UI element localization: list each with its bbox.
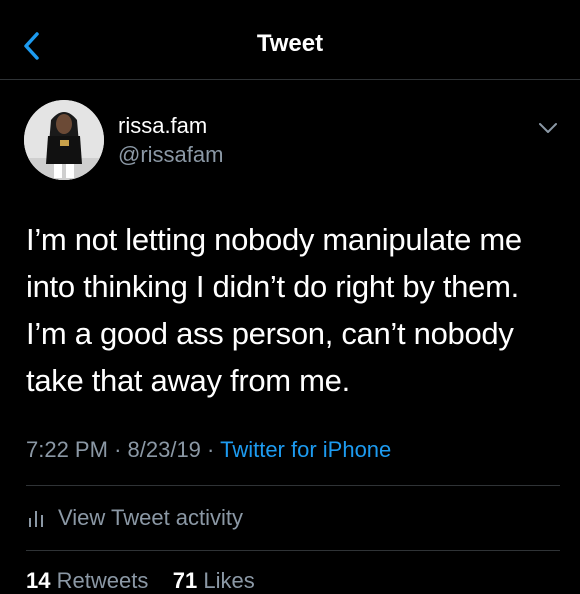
retweets-label[interactable]: Retweets — [57, 568, 149, 593]
likes-label[interactable]: Likes — [203, 568, 254, 593]
tweet-menu-button[interactable] — [536, 118, 560, 138]
meta-separator: · — [114, 437, 122, 462]
divider — [26, 550, 560, 551]
avatar[interactable] — [24, 100, 104, 180]
navigation-bar: Tweet — [0, 0, 580, 80]
tweet-time: 7:22 PM — [26, 437, 108, 462]
likes-count[interactable]: 71 — [173, 568, 197, 593]
author-display-name[interactable]: rissa.fam — [118, 113, 207, 139]
tweet-text-line: into thinking I didn’t do right by them. — [26, 269, 519, 304]
tweet-stats: 14 Retweets 71 Likes — [26, 568, 255, 594]
page-title: Tweet — [256, 30, 324, 57]
divider — [26, 485, 560, 486]
view-tweet-activity-button[interactable]: View Tweet activity — [26, 503, 243, 533]
tweet-date: 8/23/19 — [127, 437, 201, 462]
bar-chart-icon — [29, 511, 43, 527]
tweet-text-line: I’m a good ass person, can’t nobody — [26, 316, 514, 351]
tweet-source-link[interactable]: Twitter for iPhone — [220, 437, 391, 462]
author-handle[interactable]: @rissafam — [118, 142, 223, 168]
meta-separator: · — [207, 437, 215, 462]
chevron-down-icon — [539, 123, 557, 133]
tweet-text: I’m not letting nobody manipulate me int… — [26, 216, 566, 404]
view-tweet-activity-label: View Tweet activity — [58, 505, 244, 530]
profile-photo — [24, 100, 104, 180]
tweet-text-line: take that away from me. — [26, 363, 350, 398]
retweets-count[interactable]: 14 — [26, 568, 50, 593]
tweet-metadata: 7:22 PM · 8/23/19 · Twitter for iPhone — [26, 437, 391, 463]
tweet-text-line: I’m not letting nobody manipulate me — [26, 222, 522, 257]
